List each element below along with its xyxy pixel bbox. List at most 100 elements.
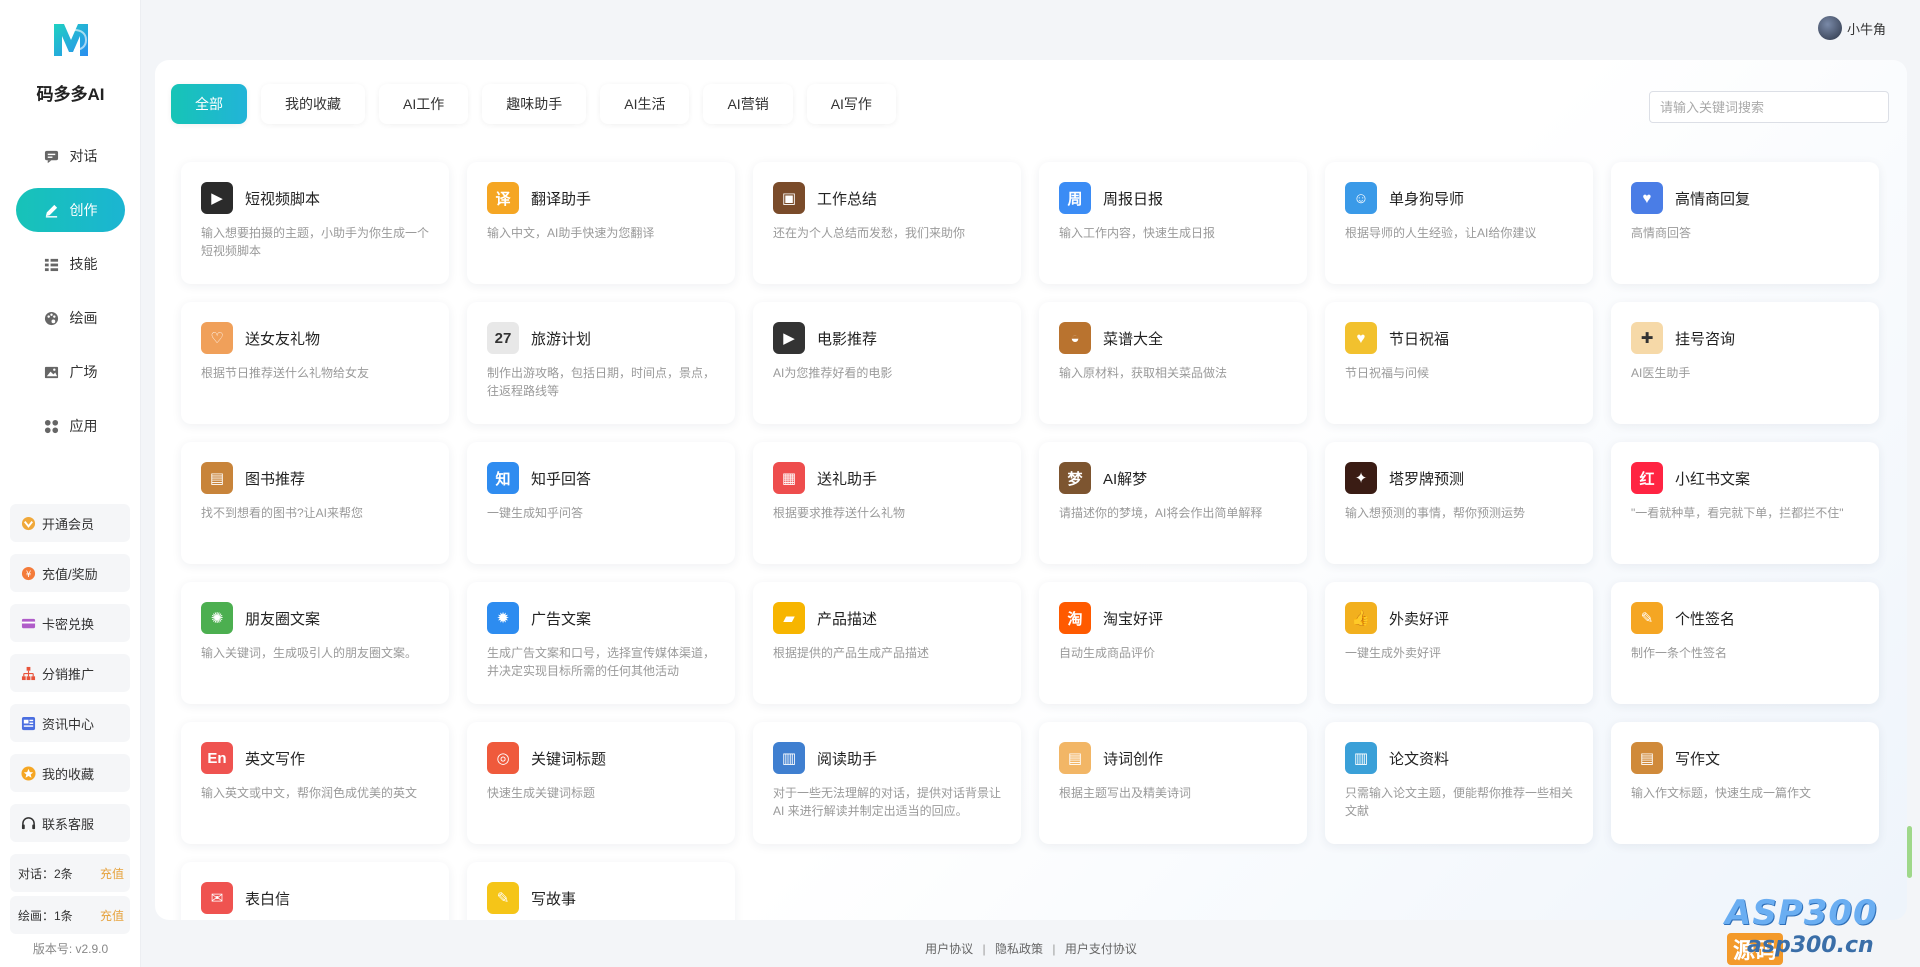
tab-favorites[interactable]: 我的收藏 (261, 84, 365, 124)
card-title: 挂号咨询 (1675, 330, 1736, 348)
template-card[interactable]: 梦 AI解梦 请描述你的梦境，AI将会作出简单解释 (1039, 442, 1307, 564)
card-description: 输入想要拍摄的主题，小助手为你生成一个短视频脚本 (201, 226, 430, 258)
nav-item-apps[interactable]: 应用 (0, 404, 141, 448)
card-title: 淘宝好评 (1103, 610, 1164, 628)
nav-item-draw[interactable]: 绘画 (0, 296, 141, 340)
quota-label: 绘画：1条 (18, 908, 73, 923)
tab-ai-life[interactable]: AI生活 (600, 84, 690, 124)
card-header: ♥ 节日祝福 (1345, 322, 1575, 354)
open-vip-button[interactable]: 开通会员 (10, 504, 130, 542)
card-title: 广告文案 (531, 610, 592, 628)
template-card[interactable]: ▥ 论文资料只需输入论文主题，便能帮你推荐一些相关文献 (1325, 722, 1593, 844)
customer-service-button[interactable]: 联系客服 (10, 804, 130, 842)
template-card[interactable]: ▤ 图书推荐 找不到想看的图书?让AI来帮您 (181, 442, 449, 564)
news-center-button[interactable]: 资讯中心 (10, 704, 130, 742)
template-card[interactable]: ✎ 个性签名 制作一条个性签名 (1611, 582, 1879, 704)
template-card[interactable]: 译翻译助手 输入中文，AI助手快速为您翻译 (467, 162, 735, 284)
card-description: 只需输入论文主题，便能帮你推荐一些相关文献 (1345, 786, 1574, 818)
draw-recharge-link[interactable]: 充值 (100, 907, 124, 924)
card-description: 输入英文或中文，帮你润色成优美的英文 (201, 786, 418, 800)
card-description: 生成广告文案和口号，选择宣传媒体渠道，并决定实现目标所需的任何其他活动 (487, 646, 716, 678)
card-description: 根据要求推荐送什么礼物 (773, 506, 906, 520)
nav-label: 应用 (69, 418, 98, 434)
list-icon (44, 256, 60, 272)
tab-all[interactable]: 全部 (171, 84, 247, 124)
template-card[interactable]: ◎ 关键词标题 快速生成关键词标题 (467, 722, 735, 844)
brand-logo[interactable] (0, 20, 141, 60)
distribution-button[interactable]: 分销推广 (10, 654, 130, 692)
user-agreement-link[interactable]: 用户协议 (925, 942, 973, 956)
template-card[interactable]: 27 旅游计划 制作出游攻略，包括日期，时间点，景点，往返程路线等 (467, 302, 735, 424)
template-card[interactable]: ♥ 节日祝福节日祝福与问候 (1325, 302, 1593, 424)
card-description: 输入工作内容，快速生成日报 (1059, 226, 1216, 240)
template-card[interactable]: 红小红书文案 "一看就种草，看完就下单，拦都拦不住" (1611, 442, 1879, 564)
template-card[interactable]: En 英文写作 输入英文或中文，帮你润色成优美的英文 (181, 722, 449, 844)
template-card[interactable]: ▤ 写作文 输入作文标题，快速生成一篇作文 (1611, 722, 1879, 844)
template-card[interactable]: ✉ 表白信 (181, 862, 449, 920)
template-card[interactable]: ◒ 菜谱大全 输入原材料，获取相关菜品做法 (1039, 302, 1307, 424)
template-card[interactable]: ▰ 产品描述 根据提供的产品生成产品描述 (753, 582, 1021, 704)
my-favorites-button[interactable]: 我的收藏 (10, 754, 130, 792)
recharge-button[interactable]: ¥ 充值/奖励 (10, 554, 130, 592)
book-icon: ▤ (201, 462, 233, 494)
template-card[interactable]: ▥ 阅读助手 对于一些无法理解的对话，提供对话背景让 AI 来进行解读并制定出适当的… (753, 722, 1021, 844)
template-card[interactable]: ▦ 送礼助手根据要求推荐送什么礼物 (753, 442, 1021, 564)
template-card[interactable]: ✚ 挂号咨询 AI医生助手 (1611, 302, 1879, 424)
card-title: 图书推荐 (245, 470, 306, 488)
template-card[interactable]: 淘淘宝好评 自动生成商品评价 (1039, 582, 1307, 704)
category-tabs: 全部 我的收藏 AI工作 趣味助手 AI生活 AI营销 AI写作 (171, 84, 910, 124)
privacy-policy-link[interactable]: 隐私政策 (995, 942, 1043, 956)
template-card[interactable]: ♥ 高情商回复 高情商回答 (1611, 162, 1879, 284)
scrollbar-thumb[interactable] (1907, 826, 1912, 878)
watermark-main: ASP300 (1725, 893, 1878, 933)
tab-fun-assistant[interactable]: 趣味助手 (482, 84, 587, 124)
pencil-icon: ✎ (1631, 602, 1663, 634)
tab-ai-marketing[interactable]: AI营销 (703, 84, 793, 124)
card-header: ▦ 送礼助手 (773, 462, 1003, 494)
template-card[interactable]: ▶ 电影推荐 AI为您推荐好看的电影 (753, 302, 1021, 424)
card-title: 英文写作 (245, 750, 306, 768)
card-description: 输入作文标题，快速生成一篇作文 (1631, 786, 1812, 800)
template-card[interactable]: 👍 外卖好评 一键生成外卖好评 (1325, 582, 1593, 704)
card-title: 诗词创作 (1103, 750, 1164, 768)
search-input[interactable] (1649, 91, 1889, 123)
user-menu[interactable]: 小牛角 (1817, 16, 1886, 40)
image-icon (44, 364, 60, 380)
movie-icon: ▶ (773, 322, 805, 354)
card-header: ✉ 表白信 (201, 882, 431, 914)
nav-item-square[interactable]: 广场 (0, 350, 141, 394)
chat-recharge-link[interactable]: 充值 (100, 865, 124, 882)
nav-item-create[interactable]: 创作 (16, 188, 125, 232)
card-title: 表白信 (245, 890, 291, 908)
template-card[interactable]: ♡ 送女友礼物 根据节日推荐送什么礼物给女友 (181, 302, 449, 424)
tab-ai-work[interactable]: AI工作 (379, 84, 469, 124)
template-card[interactable]: ✺ 朋友圈文案 输入关键词，生成吸引人的朋友圈文案。 (181, 582, 449, 704)
nav-item-chat[interactable]: 对话 (0, 134, 141, 178)
template-card[interactable]: ✎ 写故事 (467, 862, 735, 920)
card-title: 旅游计划 (531, 330, 592, 348)
card-title: 阅读助手 (817, 750, 878, 768)
side-btn-label: 联系客服 (42, 816, 95, 832)
card-header: ▥ 论文资料 (1345, 742, 1575, 774)
template-card[interactable]: 周周报日报 输入工作内容，快速生成日报 (1039, 162, 1307, 284)
template-card[interactable]: ▣ 工作总结 还在为个人总结而发愁，我们来助你 (753, 162, 1021, 284)
template-card[interactable]: ▤ 诗词创作 根据主题写出及精美诗词 (1039, 722, 1307, 844)
template-card[interactable]: ✦ 塔罗牌预测 输入想预测的事情，帮你预测运势 (1325, 442, 1593, 564)
template-card[interactable]: ▶ 短视频脚本 输入想要拍摄的主题，小助手为你生成一个短视频脚本 (181, 162, 449, 284)
dream-icon: 梦 (1059, 462, 1091, 494)
template-card[interactable]: ✹ 广告文案 生成广告文案和口号，选择宣传媒体渠道，并决定实现目标所需的任何其他活动 (467, 582, 735, 704)
payment-agreement-link[interactable]: 用户支付协议 (1065, 942, 1137, 956)
template-card[interactable]: ☺ 单身狗导师 根据导师的人生经验，让AI给你建议 (1325, 162, 1593, 284)
template-card[interactable]: 知知乎回答 一键生成知乎问答 (467, 442, 735, 564)
thumbs-up-icon: 👍 (1345, 602, 1377, 634)
target-icon: ◎ (487, 742, 519, 774)
tab-ai-writing[interactable]: AI写作 (806, 84, 896, 124)
card-header: 译翻译助手 (487, 182, 717, 214)
card-title: 送女友礼物 (245, 330, 321, 348)
svg-text:¥: ¥ (25, 568, 31, 578)
redeem-card-button[interactable]: 卡密兑换 (10, 604, 130, 642)
nav-item-skills[interactable]: 技能 (0, 242, 141, 286)
footer: 用户协议 | 隐私政策 | 用户支付协议 (155, 940, 1907, 957)
footer-separator: | (982, 942, 986, 956)
card-description: 节日祝福与问候 (1345, 366, 1430, 380)
